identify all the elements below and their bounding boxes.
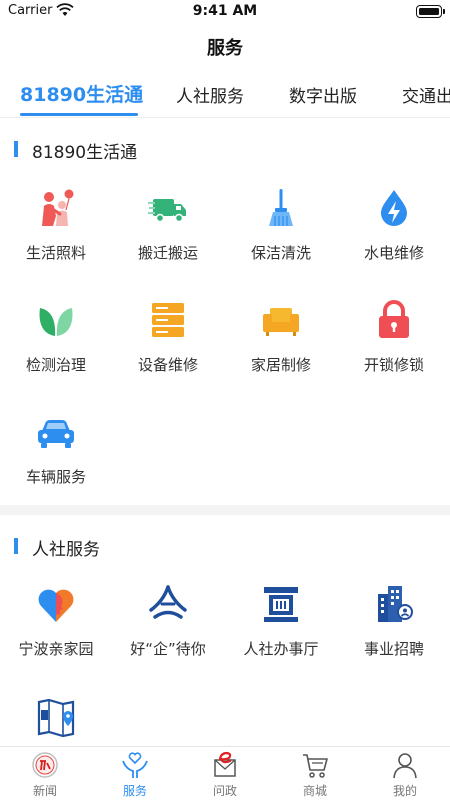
service-label: 宁波亲家园 — [18, 640, 94, 658]
startup-map-icon — [37, 698, 75, 738]
active-tab-indicator — [20, 113, 138, 116]
service-label: 设备维修 — [137, 356, 198, 374]
bottom-tab-label: 服务 — [122, 784, 147, 798]
service-item-hr-hall[interactable]: 人社办事厅 — [225, 584, 337, 684]
service-item-locksmith[interactable]: 开锁修锁 — [338, 300, 450, 400]
user-icon — [393, 753, 417, 779]
service-label: 家居制修 — [250, 356, 311, 374]
bottom-tab-news[interactable]: 新闻 — [0, 747, 90, 800]
bottom-tab-label: 我的 — [392, 784, 417, 798]
office-building-icon — [378, 586, 413, 622]
lock-icon — [379, 300, 409, 338]
section-marker — [14, 538, 18, 554]
service-item-vehicle[interactable]: 车辆服务 — [0, 412, 112, 512]
service-item-enterprise[interactable]: 好“企”待你 — [112, 584, 224, 684]
car-icon — [38, 420, 74, 448]
service-item-life-care[interactable]: 生活照料 — [0, 188, 112, 288]
service-label: 搬迁搬运 — [137, 244, 198, 262]
enterprise-logo-icon — [149, 585, 187, 619]
server-icon — [152, 303, 184, 337]
government-hall-icon — [264, 587, 298, 622]
family-care-icon — [42, 189, 74, 226]
clock: 9:41 AM — [192, 3, 258, 19]
sofa-icon — [263, 308, 299, 336]
service-item-moving[interactable]: 搬迁搬运 — [112, 188, 224, 288]
page-title: 服务 — [207, 38, 243, 59]
service-heart-icon — [122, 752, 148, 778]
battery-icon — [416, 5, 445, 18]
service-item-equipment[interactable]: 设备维修 — [112, 300, 224, 400]
section-divider — [0, 505, 450, 515]
tab-social-security[interactable]: 人社服务 — [176, 82, 244, 107]
bottom-tab-label: 问政 — [212, 784, 237, 798]
bottom-tab-inquiry[interactable]: 问政 — [180, 747, 270, 800]
section-title-text: 81890生活通 — [32, 143, 138, 163]
bottom-tab-bar: 新闻 服务 问政 商城 我的 — [0, 746, 450, 800]
inquiry-e-icon — [214, 751, 236, 777]
section-title-text: 人社服务 — [32, 540, 100, 560]
service-item-furniture[interactable]: 家居制修 — [225, 300, 337, 400]
category-tabs: 81890生活通 人社服务 数字出版 交通出 — [0, 74, 450, 118]
bottom-tab-service[interactable]: 服务 — [90, 747, 180, 800]
bottom-tab-label: 商城 — [302, 784, 327, 798]
heart-face-icon — [38, 589, 74, 622]
service-label: 水电维修 — [363, 244, 424, 262]
leaf-icon — [39, 308, 73, 336]
service-label: 人社办事厅 — [243, 640, 319, 658]
bottom-tab-mine[interactable]: 我的 — [360, 747, 450, 800]
service-label: 开锁修锁 — [363, 356, 424, 374]
service-item-testing[interactable]: 检测治理 — [0, 300, 112, 400]
service-label: 车辆服务 — [25, 468, 86, 486]
service-item-recruitment[interactable]: 事业招聘 — [338, 584, 450, 684]
service-label: 事业招聘 — [363, 640, 424, 658]
status-bar: Carrier 9:41 AM — [0, 0, 450, 24]
service-item-water-electric[interactable]: 水电维修 — [338, 188, 450, 288]
broom-icon — [269, 189, 293, 226]
tab-81890[interactable]: 81890生活通 — [20, 80, 143, 107]
bottom-tab-label: 新闻 — [32, 784, 57, 798]
section-marker — [14, 141, 18, 157]
service-label: 保洁清洗 — [250, 244, 311, 262]
service-item-ningbo-home[interactable]: 宁波亲家园 — [0, 584, 112, 684]
service-label: 好“企”待你 — [130, 640, 206, 658]
service-item-cleaning[interactable]: 保洁清洗 — [225, 188, 337, 288]
tab-digital-publishing[interactable]: 数字出版 — [289, 82, 357, 107]
service-label: 检测治理 — [25, 356, 86, 374]
news-badge-icon — [32, 752, 58, 778]
moving-truck-icon — [148, 199, 186, 223]
tab-transport[interactable]: 交通出 — [402, 82, 450, 107]
bottom-tab-mall[interactable]: 商城 — [270, 747, 360, 800]
water-electric-icon — [381, 190, 407, 226]
cart-icon — [303, 754, 328, 778]
service-label: 生活照料 — [25, 244, 86, 262]
